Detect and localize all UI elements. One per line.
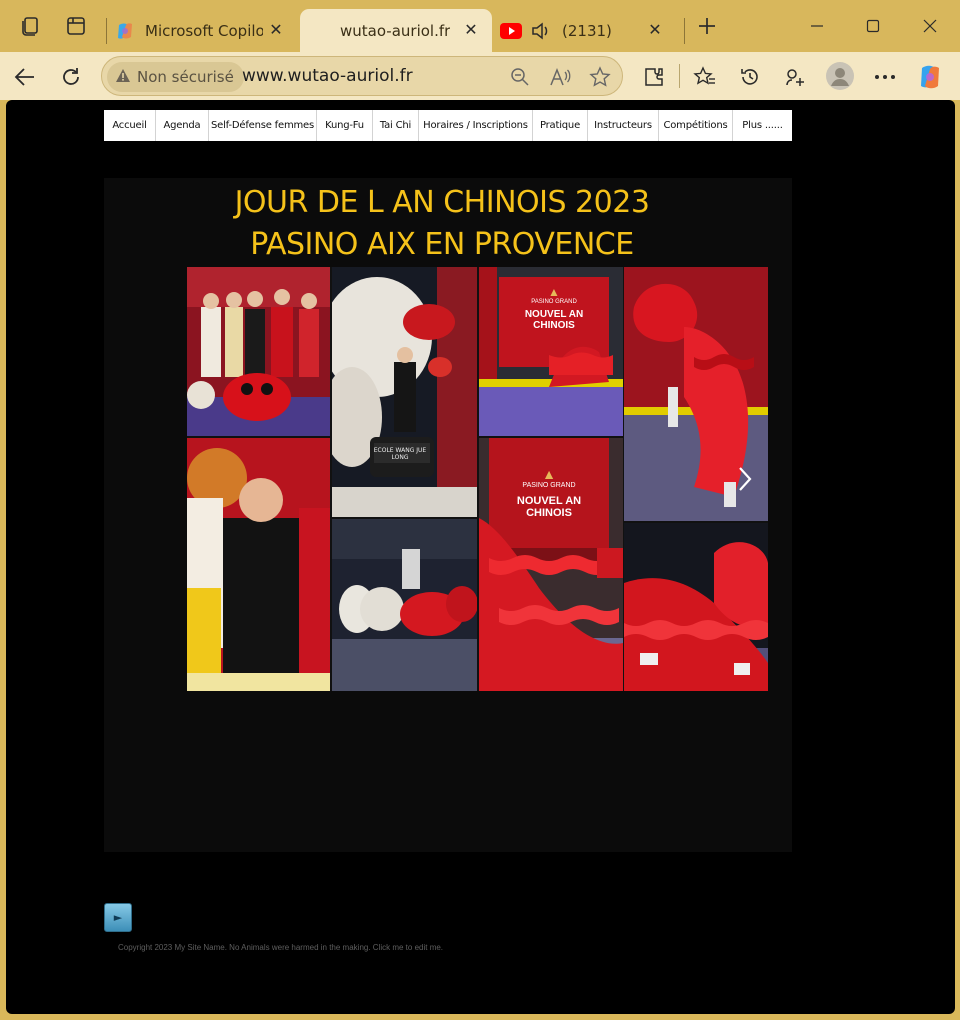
new-tab-icon[interactable] [695, 14, 719, 38]
tab-actions-icon[interactable] [64, 14, 88, 38]
favorites-icon[interactable] [690, 62, 720, 92]
sign-brand: PASINO GRAND [531, 299, 577, 305]
page-title: JOUR DE L AN CHINOIS 2023 PASINO AIX EN … [104, 182, 780, 266]
security-label: Non sécurisé [137, 68, 234, 86]
gallery-photo[interactable]: ▲ PASINO GRAND NOUVEL AN CHINOIS [479, 267, 623, 436]
nav-competitions[interactable]: Compétitions [659, 110, 733, 141]
maximize-icon[interactable] [859, 12, 887, 40]
read-aloud-icon[interactable] [548, 65, 572, 89]
browser-toolbar: Non sécurisé www.wutao-auriol.fr [0, 52, 960, 100]
refresh-icon[interactable] [56, 62, 86, 92]
title-line-1: JOUR DE L AN CHINOIS 2023 [234, 185, 650, 220]
pasino-sign: ▲ PASINO GRAND NOUVEL AN CHINOIS [499, 466, 599, 519]
nav-kung-fu[interactable]: Kung-Fu [317, 110, 373, 141]
copilot-icon[interactable] [915, 62, 945, 92]
sign-line-1: NOUVEL AN [524, 309, 584, 320]
play-icon: ► [113, 911, 123, 924]
sign-line-2: CHINOIS [533, 320, 575, 331]
title-line-2: PASINO AIX EN PROVENCE [250, 227, 634, 262]
close-tab-icon[interactable]: ✕ [265, 18, 287, 40]
close-window-icon[interactable] [916, 12, 944, 40]
zoom-icon[interactable] [508, 65, 532, 89]
workspaces-icon[interactable] [19, 14, 43, 38]
nav-self-defense[interactable]: Self-Défense femmes [209, 110, 317, 141]
address-bar[interactable]: Non sécurisé www.wutao-auriol.fr [101, 56, 623, 96]
audio-play-button[interactable]: ► [104, 903, 132, 932]
close-tab-icon[interactable]: ✕ [460, 18, 482, 40]
pasino-sign: ▲ PASINO GRAND NOUVEL AN CHINOIS [507, 285, 601, 331]
toolbar-separator [679, 64, 680, 88]
site-navigation: Accueil Agenda Self-Défense femmes Kung-… [104, 110, 792, 141]
minimize-icon[interactable] [803, 12, 831, 40]
copilot-favicon-icon [115, 21, 135, 41]
warning-icon [115, 68, 131, 87]
drum-label: ECOLE WANG JUE LONG [373, 447, 427, 461]
audio-playing-icon[interactable] [530, 21, 552, 41]
footer-copyright[interactable]: Copyright 2023 My Site Name. No Animals … [118, 943, 443, 952]
gallery-photo[interactable] [624, 523, 768, 691]
nav-tai-chi[interactable]: Tai Chi [373, 110, 419, 141]
pasino-logo-icon: ▲ [548, 285, 560, 299]
profile-avatar-icon[interactable] [824, 60, 856, 92]
gallery-photo[interactable]: ▲ PASINO GRAND NOUVEL AN CHINOIS [479, 438, 623, 691]
gallery-photo[interactable] [187, 267, 330, 436]
url-text[interactable]: www.wutao-auriol.fr [242, 66, 413, 86]
sign-line-2: CHINOIS [526, 507, 572, 519]
page-viewport: Accueil Agenda Self-Défense femmes Kung-… [6, 100, 955, 1014]
back-icon[interactable] [10, 62, 40, 92]
more-menu-icon[interactable] [870, 62, 900, 92]
gallery-photo[interactable] [332, 519, 477, 691]
close-tab-icon[interactable]: ✕ [644, 18, 666, 40]
tab-title: wutao-auriol.fr [340, 21, 451, 40]
sign-brand: PASINO GRAND [522, 482, 576, 489]
pasino-logo-icon: ▲ [542, 466, 556, 482]
tab-separator [684, 18, 685, 44]
tab-wutao[interactable]: wutao-auriol.fr ✕ [300, 9, 492, 52]
sign-line-1: NOUVEL AN [516, 495, 582, 507]
nav-plus[interactable]: Plus ...... [733, 110, 792, 141]
gallery-photo[interactable]: ECOLE WANG JUE LONG [332, 267, 477, 517]
gallery-next-icon[interactable] [732, 462, 758, 496]
photo-gallery: ECOLE WANG JUE LONG ▲ PASINO GRAND NOUVE… [187, 267, 768, 691]
gallery-photo[interactable] [187, 438, 330, 691]
nav-pratique[interactable]: Pratique [533, 110, 588, 141]
extensions-icon[interactable] [639, 62, 669, 92]
security-indicator[interactable]: Non sécurisé [107, 62, 244, 92]
nav-horaires[interactable]: Horaires / Inscriptions [419, 110, 533, 141]
youtube-favicon-icon [500, 22, 522, 39]
history-icon[interactable] [735, 62, 765, 92]
nav-accueil[interactable]: Accueil [104, 110, 156, 141]
nav-agenda[interactable]: Agenda [156, 110, 209, 141]
tab-strip: Microsoft Copilot ✕ wutao-auriol.fr ✕ (2… [0, 0, 960, 52]
content-panel: JOUR DE L AN CHINOIS 2023 PASINO AIX EN … [104, 178, 792, 852]
tab-title: Microsoft Copilot [145, 21, 263, 40]
favorite-star-icon[interactable] [588, 65, 612, 89]
tab-youtube[interactable]: (2131) Surah ✕ [496, 9, 682, 52]
browser-essentials-icon[interactable] [780, 62, 810, 92]
tab-separator [106, 18, 107, 44]
tab-title: (2131) Surah [562, 21, 617, 40]
nav-instructeurs[interactable]: Instructeurs [588, 110, 659, 141]
tab-copilot[interactable]: Microsoft Copilot ✕ [111, 9, 297, 52]
